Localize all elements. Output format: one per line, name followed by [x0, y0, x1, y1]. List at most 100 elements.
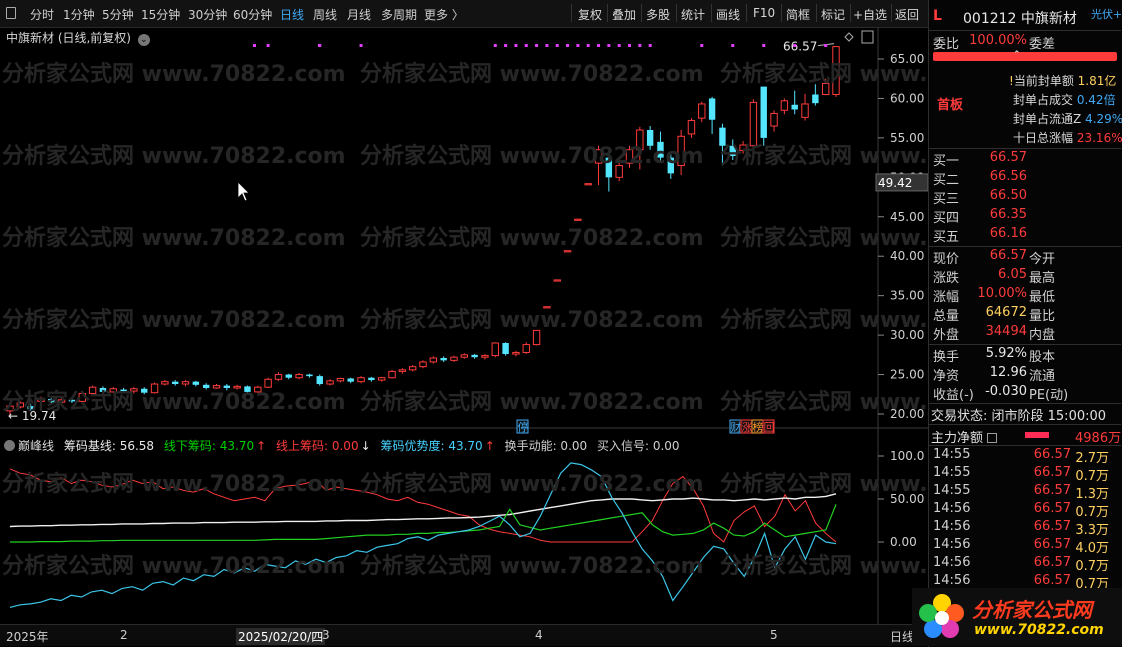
bid-row[interactable]: 买一 66.57 — [929, 150, 1119, 169]
chevron-down-icon[interactable]: ⌄ — [137, 34, 150, 46]
adjust-button[interactable]: 复权 — [578, 6, 602, 23]
tick-time: 14:56 — [933, 519, 971, 534]
limit-up-dot — [700, 44, 704, 47]
quote-value: -0.030 — [985, 384, 1027, 399]
event-marker-label: 涨 — [742, 421, 753, 434]
tick-price: 66.57 — [1033, 501, 1071, 516]
limit-up-dot — [607, 44, 611, 47]
bid-label: 买一 — [933, 154, 960, 169]
overlay-button[interactable]: 叠加 — [612, 6, 636, 23]
candle-body — [316, 376, 323, 385]
draw-line-button[interactable]: 画线 — [716, 6, 740, 23]
tab-30min[interactable]: 30分钟 — [188, 6, 227, 23]
bid-row[interactable]: 买二 66.56 — [929, 169, 1119, 188]
bid-row[interactable]: 买五 66.16 — [929, 226, 1119, 245]
stat-value: 0.42倍 — [1076, 93, 1116, 107]
candle-body — [429, 357, 438, 363]
tick-volume: 4.0万 — [1075, 541, 1109, 556]
back-button[interactable]: 返回 — [895, 6, 919, 23]
watermark: 分析家公式网 www.70822.com — [2, 472, 346, 497]
simple-frame-button[interactable]: 简框 — [786, 6, 810, 23]
bid-row[interactable]: 买四 66.35 — [929, 207, 1119, 226]
tab-monthly[interactable]: 月线 — [347, 6, 371, 23]
tick-price: 66.57 — [1033, 555, 1071, 570]
tick-row: 14:55 66.57 0.7万 — [929, 465, 1119, 484]
tab-daily[interactable]: 日线 — [280, 6, 304, 23]
multi-stock-button[interactable]: 多股 — [646, 6, 670, 23]
tab-15min[interactable]: 15分钟 — [141, 6, 180, 23]
candle-body — [274, 374, 283, 380]
indicator-tick-label: 100.0 — [890, 449, 924, 463]
settings-icon[interactable] — [4, 440, 15, 451]
watermark: 分析家公式网 www.70822.com — [2, 554, 346, 579]
event-marker-label: 榜 — [753, 420, 764, 434]
tick-row: 14:56 66.57 3.3万 — [929, 519, 1119, 538]
limit-up-dot — [545, 44, 549, 47]
statistics-button[interactable]: 统计 — [681, 6, 705, 23]
stat-label: 当前封单额 — [1013, 74, 1074, 88]
tab-5min[interactable]: 5分钟 — [102, 6, 134, 23]
chevron-up-icon[interactable]: ⌃ — [1013, 50, 1021, 60]
stock-header[interactable]: 001212 中旗新材 — [963, 8, 1077, 28]
quote-value: 5.92% — [985, 346, 1027, 361]
mark-button[interactable]: 标记 — [821, 6, 845, 23]
seal-stats: !当前封单额 1.81亿 封单占成交 0.42倍 封单占流通Z 4.29% 十日… — [1009, 72, 1122, 148]
tab-60min[interactable]: 60分钟 — [233, 6, 272, 23]
candle-body — [460, 354, 469, 358]
cursor-date-label: 2025/02/20/四 — [236, 628, 326, 645]
quote-value: 12.96 — [989, 365, 1027, 380]
f10-button[interactable]: F10 — [753, 6, 775, 20]
quote-label: PE(动) — [1029, 388, 1069, 403]
candle-body — [336, 378, 345, 382]
quote-value: 6.05 — [998, 267, 1027, 282]
candle-body — [760, 86, 767, 138]
add-watchlist-button[interactable]: +自选 — [853, 6, 887, 23]
watermark: 分析家公式网 www.70822.com — [360, 390, 704, 415]
quote-label: 股本 — [1029, 350, 1056, 365]
limit-up-dot — [648, 44, 652, 47]
tick-time: 14:56 — [933, 501, 971, 516]
sector-tag[interactable]: 光伏+石 — [1091, 6, 1121, 22]
limit-up-dot — [253, 44, 256, 47]
tab-more[interactable]: 更多 〉 — [424, 6, 464, 23]
sidebar-toggle-icon[interactable] — [6, 7, 16, 19]
tick-row: 14:56 66.57 0.7万 — [929, 555, 1119, 574]
indicator-name[interactable]: 巅峰线 — [18, 439, 54, 453]
watermark: 分析家公式网 www.70822.com — [2, 62, 346, 87]
stat-label: 封单占流通Z — [1013, 112, 1082, 126]
stock-code: 001212 — [963, 11, 1017, 27]
tab-multi-period[interactable]: 多周期 — [381, 6, 417, 23]
stat-value: 23.16% — [1076, 131, 1122, 145]
candle-body — [801, 103, 809, 118]
cursor-price-label: 49.42 — [878, 176, 912, 190]
base-line-label: 筹码基线: 56.58 — [63, 439, 155, 453]
candle-body — [708, 98, 716, 120]
site-logo: 分析家公式网 www.70822.com — [912, 588, 1122, 646]
event-marker-label: 财 — [731, 420, 742, 434]
candle-body — [388, 370, 396, 379]
tab-intraday[interactable]: 分时 — [30, 6, 54, 23]
period-label[interactable]: 日线 — [890, 628, 914, 645]
candle-body — [481, 355, 489, 358]
candle-body — [770, 112, 778, 127]
quote-label: 量比 — [1029, 309, 1056, 324]
quote-label: 总量 — [933, 309, 960, 324]
stat-value: 4.29% — [1085, 112, 1122, 126]
list-icon[interactable] — [987, 433, 998, 443]
bid-row[interactable]: 买三 66.50 — [929, 188, 1119, 207]
main-flow-label[interactable]: 主力净额 — [931, 427, 998, 446]
tick-time: 14:55 — [933, 447, 971, 462]
chart-title[interactable]: 中旗新材 (日线,前复权) ⌄ — [6, 29, 150, 46]
order-ratio-bar — [933, 52, 1117, 61]
quote-panel: L 001212 中旗新材 光伏+石 委比 100.00% 委差 ⌃ 首板 !当… — [928, 0, 1122, 647]
bid-price: 66.57 — [989, 150, 1027, 165]
stat-label: 十日总涨幅 — [1013, 131, 1074, 145]
tab-weekly[interactable]: 周线 — [313, 6, 337, 23]
tick-price: 66.57 — [1033, 573, 1071, 588]
bid-price: 66.56 — [989, 169, 1027, 184]
price-tick-label: 35.00 — [890, 289, 924, 303]
candle-body — [512, 351, 520, 355]
tab-1min[interactable]: 1分钟 — [63, 6, 95, 23]
up-arrow-icon: ↑ — [256, 439, 267, 453]
bid-label: 买五 — [933, 230, 960, 245]
